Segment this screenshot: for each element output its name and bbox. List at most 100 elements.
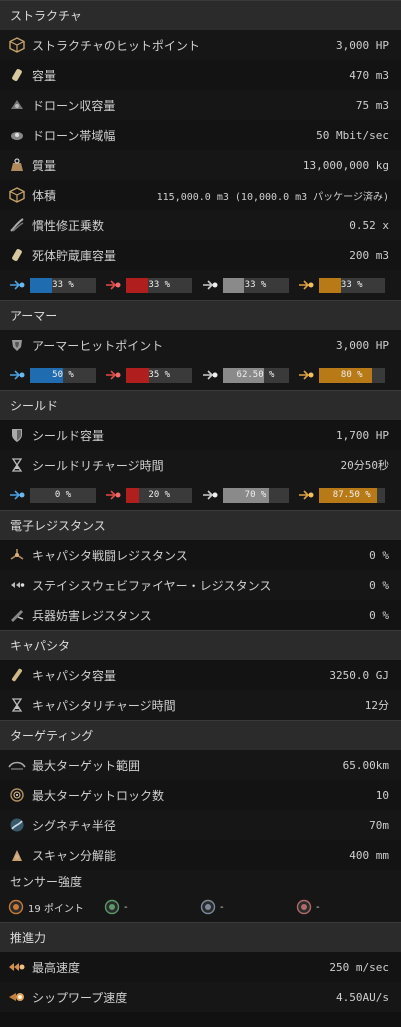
attribute-row: キャパシタ容量 3250.0 GJ bbox=[0, 660, 401, 690]
drone-bay-icon bbox=[8, 96, 26, 114]
attribute-label: スキャン分解能 bbox=[32, 848, 117, 863]
radar-sensor-icon bbox=[8, 899, 24, 915]
capacitor-warfare-icon bbox=[8, 546, 26, 564]
attribute-row: キャパシタリチャージ時間 12分 bbox=[0, 690, 401, 720]
sensor-value: - bbox=[124, 901, 128, 913]
thermal-resistance: 20 % bbox=[104, 487, 198, 503]
sensor-value: 19 ポイント bbox=[28, 903, 84, 915]
section-header-electronic-resistance[interactable]: 電子レジスタンス bbox=[0, 510, 401, 540]
attribute-row: 体積 115,000.0 m3 (10,000.0 m3 パッケージ済み) bbox=[0, 180, 401, 210]
target-range-icon bbox=[8, 756, 26, 774]
attribute-label: 兵器妨害レジスタンス bbox=[32, 608, 152, 623]
attribute-row: アーマーヒットポイント 3,000 HP bbox=[0, 330, 401, 360]
attribute-value: 0 % bbox=[369, 578, 389, 592]
explosive-resistance: 80 % bbox=[297, 367, 391, 383]
attribute-value: 470 m3 bbox=[349, 68, 389, 82]
sensor-strength-row: 19 ポイント - - - bbox=[0, 892, 401, 922]
magnetometric-sensor-icon bbox=[200, 899, 216, 915]
attribute-label: 最高速度 bbox=[32, 960, 81, 975]
attribute-value: 0 % bbox=[369, 608, 389, 622]
resistance-bar: 33 % bbox=[222, 277, 289, 293]
thermal-damage-icon bbox=[104, 488, 122, 502]
em-damage-icon bbox=[8, 368, 26, 382]
attribute-row: シグネチャ半径 70m bbox=[0, 810, 401, 840]
attribute-label: ストラクチャのヒットポイント bbox=[32, 38, 200, 53]
hourglass-icon bbox=[8, 696, 26, 714]
volume-icon bbox=[8, 186, 26, 204]
section-header-targeting[interactable]: ターゲティング bbox=[0, 720, 401, 750]
resistance-bar: 62.50 % bbox=[222, 367, 289, 383]
resistance-bar: 20 % bbox=[126, 487, 193, 503]
attribute-row: キャパシタ戦闘レジスタンス 0 % bbox=[0, 540, 401, 570]
hourglass-icon bbox=[8, 456, 26, 474]
em-damage-icon bbox=[8, 278, 26, 292]
attribute-label: シグネチャ半径 bbox=[32, 818, 116, 833]
warp-speed-icon bbox=[8, 988, 26, 1006]
resistance-bar: 70 % bbox=[222, 487, 289, 503]
section-header-propulsion[interactable]: 推進力 bbox=[0, 922, 401, 952]
kinetic-damage-icon bbox=[201, 278, 219, 292]
resistance-row-structure: 33 % 33 % 33 % 33 % bbox=[0, 270, 401, 300]
attribute-row: シールドリチャージ時間 20分50秒 bbox=[0, 450, 401, 480]
attribute-value: 75 m3 bbox=[355, 98, 389, 112]
sensor-value: - bbox=[316, 901, 320, 913]
mass-icon bbox=[8, 156, 26, 174]
attribute-row: 兵器妨害レジスタンス 0 % bbox=[0, 600, 401, 630]
gravimetric-sensor-icon bbox=[296, 899, 312, 915]
attribute-value: 50 Mbit/sec bbox=[316, 128, 389, 142]
attribute-row: ストラクチャのヒットポイント 3,000 HP bbox=[0, 30, 401, 60]
attribute-row: 質量 13,000,000 kg bbox=[0, 150, 401, 180]
signature-icon bbox=[8, 816, 26, 834]
max-velocity-icon bbox=[8, 958, 26, 976]
attribute-row: 死体貯蔵庫容量 200 m3 bbox=[0, 240, 401, 270]
resistance-bar: 0 % bbox=[30, 487, 96, 503]
attribute-value: 200 m3 bbox=[349, 248, 389, 262]
attribute-value: 4.50AU/s bbox=[336, 990, 389, 1004]
attribute-value: 0.52 x bbox=[349, 218, 389, 232]
weapon-disruption-icon bbox=[8, 606, 26, 624]
attribute-value: 13,000,000 kg bbox=[302, 158, 389, 172]
em-resistance: 0 % bbox=[8, 487, 102, 503]
stasis-web-icon bbox=[8, 576, 26, 594]
inertia-icon bbox=[8, 216, 26, 234]
section-header-capacitor[interactable]: キャパシタ bbox=[0, 630, 401, 660]
attribute-value: 20分50秒 bbox=[340, 459, 390, 472]
attribute-row: ドローン帯域幅 50 Mbit/sec bbox=[0, 120, 401, 150]
attribute-label: ドローン収容量 bbox=[32, 98, 116, 113]
section-header-structure[interactable]: ストラクチャ bbox=[0, 0, 401, 30]
attribute-label: ドローン帯域幅 bbox=[32, 128, 116, 143]
attribute-row: 慣性修正乗数 0.52 x bbox=[0, 210, 401, 240]
explosive-resistance: 87.50 % bbox=[297, 487, 391, 503]
resistance-row-shield: 0 % 20 % 70 % 87.50 % bbox=[0, 480, 401, 510]
attribute-label: 最大ターゲットロック数 bbox=[32, 788, 165, 803]
section-header-armor[interactable]: アーマー bbox=[0, 300, 401, 330]
attribute-label: キャパシタリチャージ時間 bbox=[32, 698, 176, 713]
attribute-label: シールド容量 bbox=[32, 428, 105, 443]
attribute-value: 3,000 HP bbox=[336, 338, 389, 352]
magnetometric-sensor: - bbox=[200, 899, 296, 915]
explosive-damage-icon bbox=[297, 278, 315, 292]
attribute-label: シールドリチャージ時間 bbox=[32, 458, 164, 473]
attribute-label: アーマーヒットポイント bbox=[32, 338, 164, 353]
radar-sensor: 19 ポイント bbox=[8, 899, 104, 915]
em-resistance: 50 % bbox=[8, 367, 102, 383]
attribute-label: シップワープ速度 bbox=[32, 990, 128, 1005]
attribute-label: 死体貯蔵庫容量 bbox=[32, 248, 117, 263]
attribute-value: 250 m/sec bbox=[329, 960, 389, 974]
ladar-sensor-icon bbox=[104, 899, 120, 915]
attribute-label: 慣性修正乗数 bbox=[32, 218, 105, 233]
attribute-label: 質量 bbox=[32, 158, 57, 173]
attribute-value: 70m bbox=[369, 818, 389, 832]
attribute-row: 最大ターゲットロック数 10 bbox=[0, 780, 401, 810]
gravimetric-sensor: - bbox=[296, 899, 392, 915]
thermal-resistance: 33 % bbox=[104, 277, 198, 293]
explosive-damage-icon bbox=[297, 368, 315, 382]
kinetic-damage-icon bbox=[201, 488, 219, 502]
attribute-label: ステイシスウェビファイヤー・レジスタンス bbox=[32, 578, 272, 593]
thermal-resistance: 35 % bbox=[104, 367, 198, 383]
section-header-shield[interactable]: シールド bbox=[0, 390, 401, 420]
kinetic-resistance: 62.50 % bbox=[201, 367, 295, 383]
shield-icon bbox=[8, 426, 26, 444]
kinetic-resistance: 33 % bbox=[201, 277, 295, 293]
sensor-value: - bbox=[220, 901, 224, 913]
